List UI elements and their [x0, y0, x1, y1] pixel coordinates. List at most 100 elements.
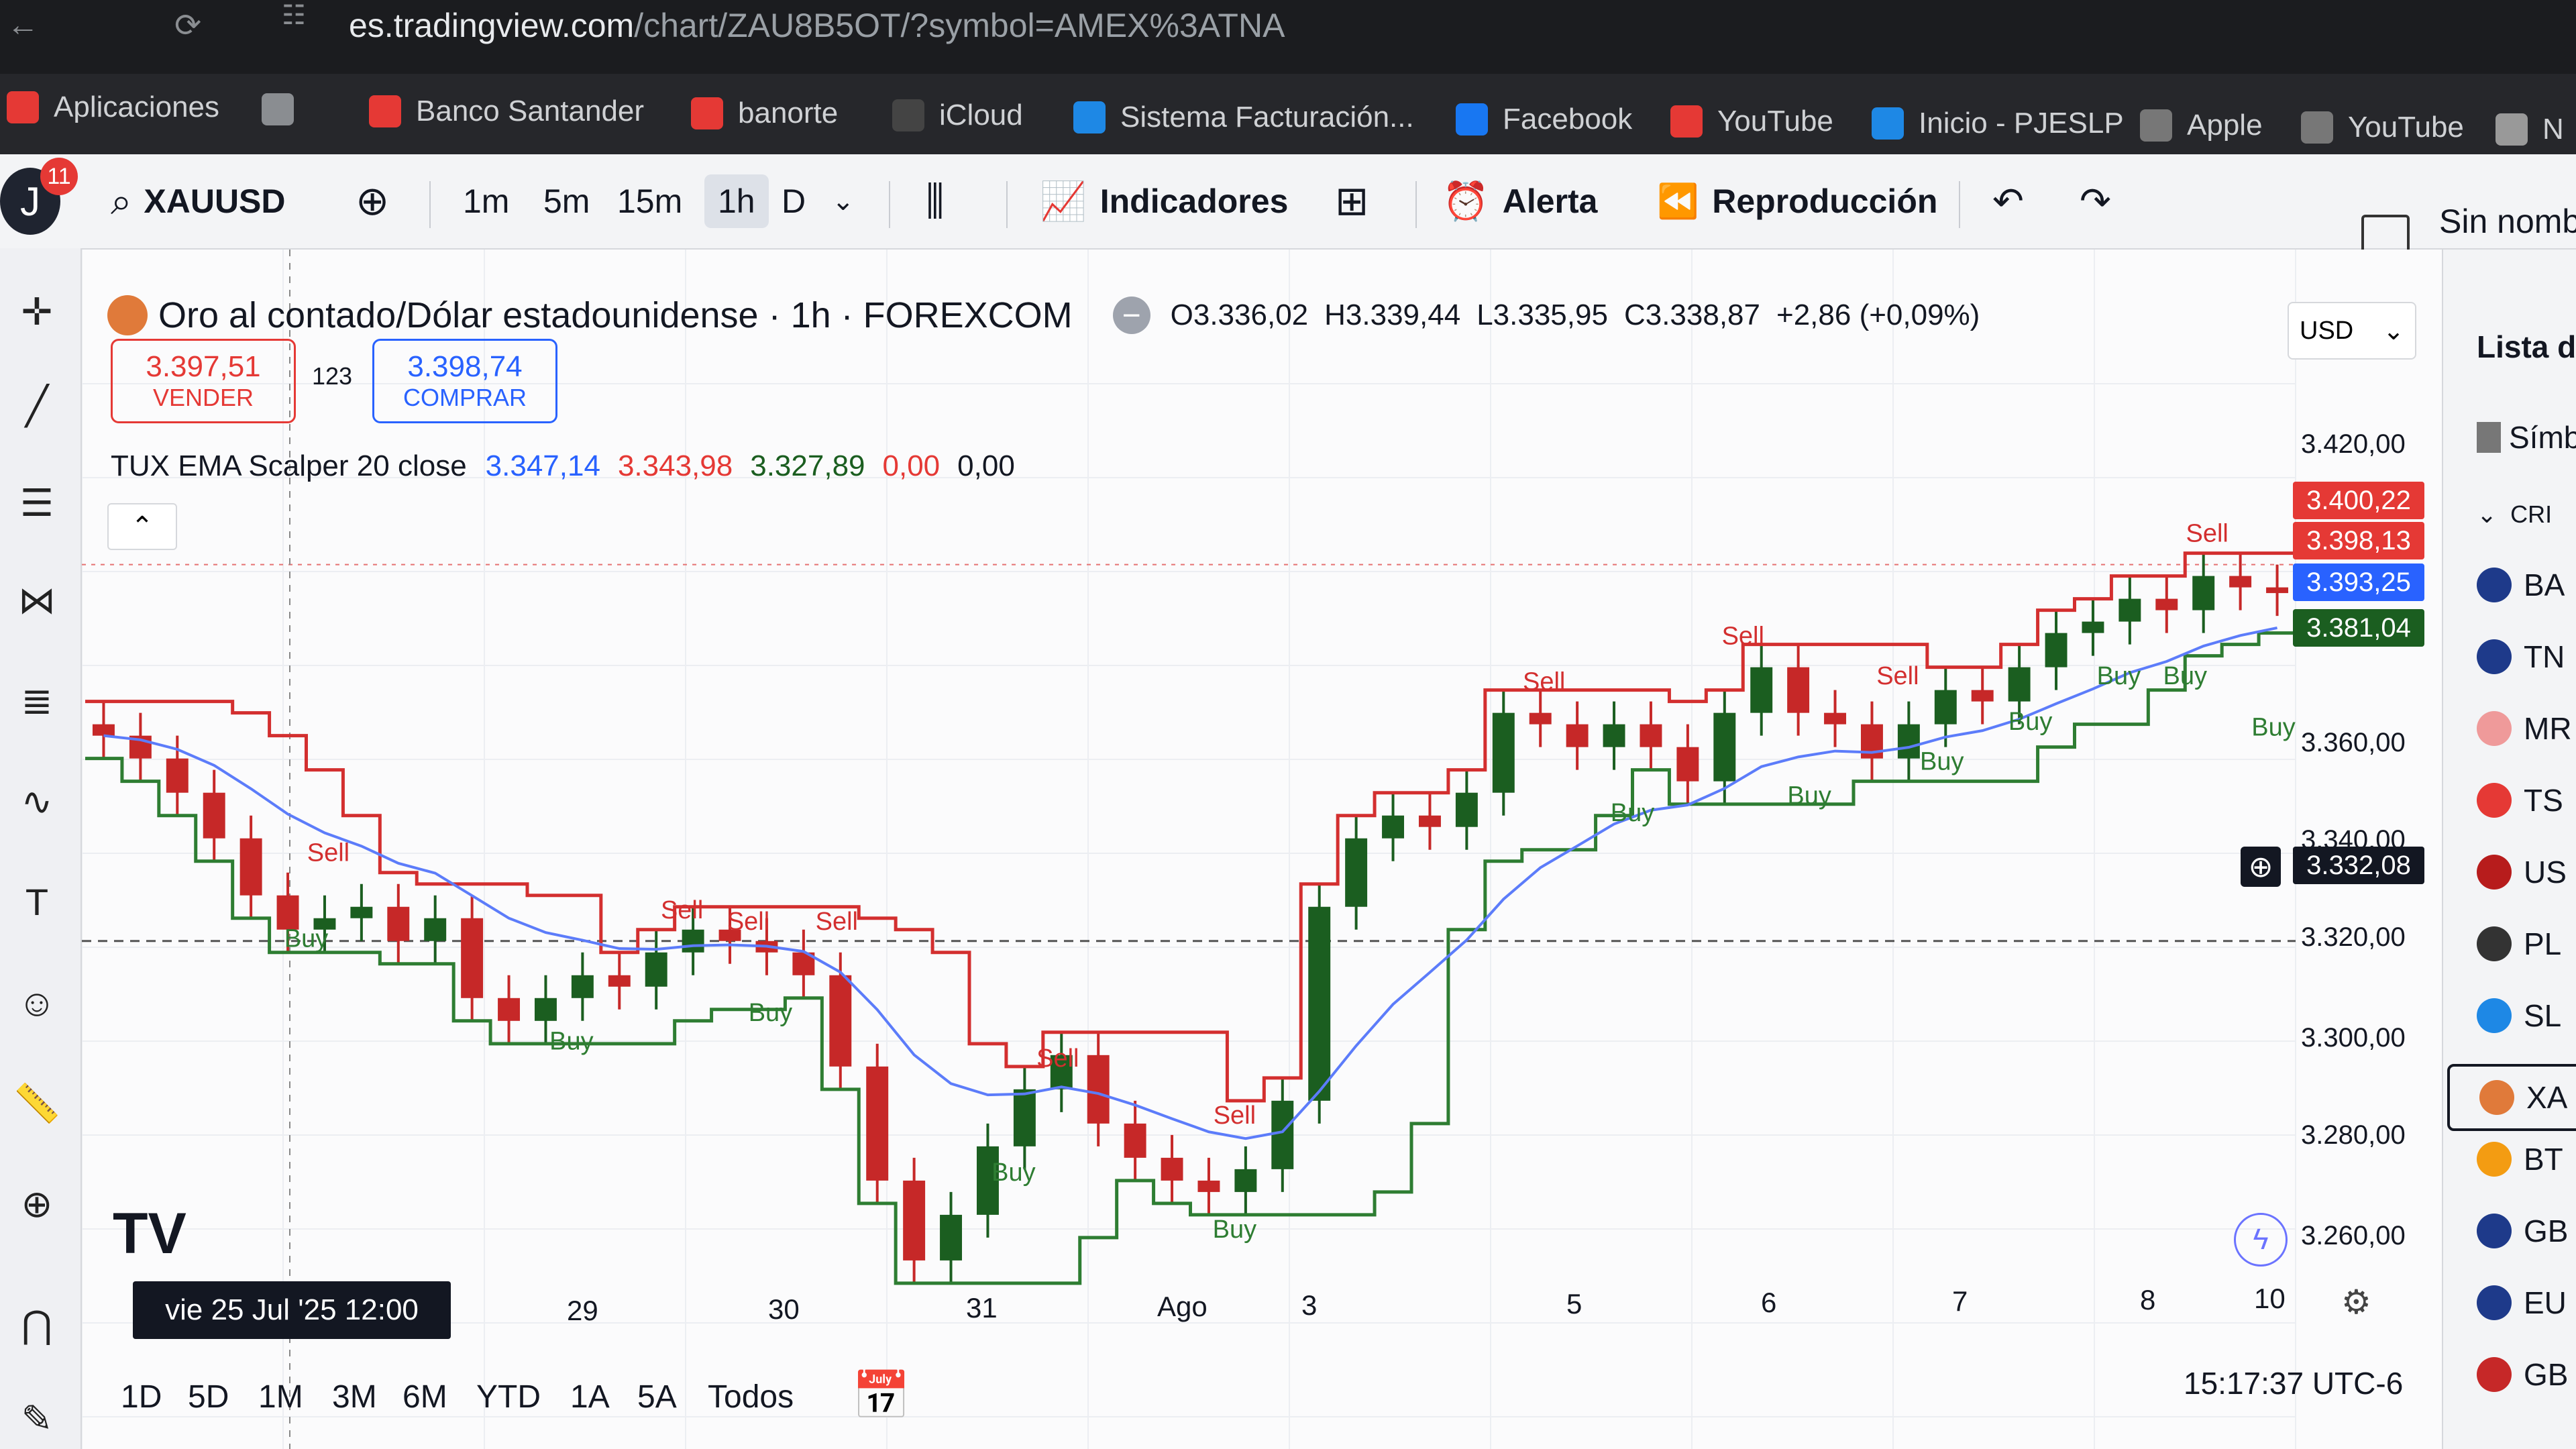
collapse-indicators-chevron-icon[interactable]: ⌃ [107, 503, 177, 550]
range-button[interactable]: 1M [258, 1379, 303, 1415]
pattern-icon[interactable]: ⋈ [13, 577, 60, 624]
clock-display[interactable]: 15:17:37 UTC-6 [2184, 1365, 2403, 1401]
chart-settings-gear-icon[interactable]: ⚙ [2341, 1283, 2371, 1322]
bookmark-item[interactable]: Apple [2140, 105, 2263, 146]
watchlist-title[interactable]: Lista d [2477, 323, 2576, 370]
watchlist-item[interactable]: TS [2477, 777, 2563, 824]
lightning-icon[interactable]: ϟ [2234, 1213, 2288, 1267]
watchlist-item[interactable]: SL [2477, 992, 2561, 1039]
bookmark-item[interactable] [262, 89, 309, 129]
range-button[interactable]: 5D [188, 1379, 229, 1415]
indicators-button[interactable]: 📈 Indicadores [1040, 174, 1288, 228]
watchlist-item[interactable]: EU [2477, 1279, 2567, 1326]
bookmark-item[interactable]: Inicio - PJESLP [1872, 103, 2124, 144]
watchlist-symbol: US [2524, 855, 2567, 890]
interval-5m[interactable]: 5m [543, 174, 590, 228]
watchlist-item[interactable]: GB [2477, 1208, 2568, 1254]
interval-1h[interactable]: 1h [704, 174, 769, 228]
bookmark-item[interactable]: banorte [691, 93, 838, 133]
notification-badge[interactable]: 11 [40, 158, 78, 195]
add-alert-plus-icon[interactable]: ⊕ [2241, 847, 2281, 887]
address-bar[interactable]: es.tradingview.com/chart/ZAU8B5OT/?symbo… [349, 5, 2093, 46]
sell-button[interactable]: 3.397,51 VENDER [111, 339, 296, 423]
bookmark-item[interactable]: Banco Santander [369, 91, 644, 131]
watchlist-group[interactable]: ⌄ CRI [2477, 491, 2552, 538]
tradingview-logo[interactable]: TV [113, 1201, 186, 1267]
text-icon[interactable]: T [13, 879, 60, 926]
candle-type-icon[interactable]: ⫼ [926, 174, 945, 228]
range-button[interactable]: 3M [332, 1379, 377, 1415]
watchlist-item[interactable]: PL [2477, 920, 2561, 967]
range-button[interactable]: 1A [570, 1379, 610, 1415]
calendar-goto-icon[interactable]: 📅 [852, 1368, 910, 1424]
redo-icon[interactable]: ↷ [2080, 174, 2111, 228]
back-icon[interactable]: ← [7, 7, 39, 44]
collapse-legend-icon[interactable]: − [1112, 297, 1150, 334]
watchlist-symbol: XA [2526, 1080, 2568, 1115]
watchlist-item[interactable]: BA [2477, 561, 2565, 608]
sell-price: 3.397,51 [146, 350, 261, 383]
watchlist-symbol: SL [2524, 998, 2562, 1033]
compare-add-icon[interactable]: ⊕ [356, 174, 389, 228]
watchlist-item[interactable]: GB [2477, 1351, 2568, 1398]
candle-body [461, 918, 484, 998]
signal-label: Buy [2008, 708, 2052, 736]
currency-dropdown[interactable]: USD ⌄ [2288, 302, 2416, 360]
interval-1m[interactable]: 1m [463, 174, 509, 228]
reload-icon[interactable]: ⟳ [174, 7, 201, 44]
crosshair-icon[interactable]: ✛ [13, 288, 60, 335]
bookmark-label: Sistema Facturación... [1120, 101, 1414, 133]
watchlist-column-symbol[interactable]: Símbol [2477, 414, 2576, 461]
bookmark-item[interactable]: N [2496, 109, 2564, 150]
interval-label: 1h [718, 182, 755, 220]
undo-icon[interactable]: ↶ [1992, 174, 2024, 228]
zoom-in-icon[interactable]: ⊕ [13, 1181, 60, 1228]
watchlist-item[interactable]: MR [2477, 705, 2572, 752]
range-button[interactable]: 5A [637, 1379, 677, 1415]
site-info-icon[interactable]: ☷ [282, 0, 306, 31]
range-button[interactable]: YTD [476, 1379, 541, 1415]
chart-pane[interactable]: Sell Buy Sell Sell Sell Buy Buy Sell Buy Sell Buy S… [82, 250, 2443, 1449]
interval-15m[interactable]: 15m [617, 174, 682, 228]
watchlist-item[interactable]: BT [2477, 1136, 2563, 1183]
bookmark-item[interactable]: Facebook [1456, 99, 1632, 140]
watchlist-item[interactable]: US [2477, 849, 2567, 896]
watchlist-item[interactable]: TN [2477, 633, 2565, 680]
signal-label: Buy [2251, 714, 2295, 742]
forecast-icon[interactable]: ≣ [13, 678, 60, 724]
chevron-down-icon: ⌄ [2477, 500, 2498, 528]
buy-price: 3.398,74 [407, 350, 523, 383]
range-button[interactable]: Todos [708, 1379, 794, 1415]
ohlc-open: O3.336,02 [1170, 299, 1309, 331]
fib-retracement-icon[interactable]: ☰ [13, 480, 60, 527]
layout-name[interactable]: Sin nombr [2439, 195, 2576, 248]
ruler-icon[interactable]: 📏 [13, 1080, 60, 1127]
price-chart[interactable]: Sell Buy Sell Sell Sell Buy Buy Sell Buy Sell Buy S… [82, 250, 2443, 1449]
lock-drawing-icon[interactable]: ✎ [13, 1395, 60, 1442]
range-button[interactable]: 6M [402, 1379, 447, 1415]
symbol-logo-icon [2477, 1214, 2512, 1248]
interval-d[interactable]: D [782, 174, 806, 228]
trendline-icon[interactable]: ╱ [13, 382, 60, 429]
range-button[interactable]: 1D [121, 1379, 162, 1415]
candle-body [2192, 576, 2215, 610]
alert-button[interactable]: ⏰ Alerta [1442, 174, 1597, 228]
buy-button[interactable]: 3.398,74 COMPRAR [372, 339, 557, 423]
templates-grid-icon[interactable]: ⊞ [1335, 174, 1368, 228]
bookmark-item[interactable]: YouTube [1670, 101, 1833, 142]
replay-button[interactable]: ⏪ Reproducción [1657, 174, 1937, 228]
bookmark-item[interactable]: Sistema Facturación... [1073, 97, 1414, 138]
ohlc-change: +2,86 (+0,09%) [1776, 299, 1980, 331]
chart-legend: Oro al contado/Dólar estadounidense · 1h… [107, 288, 1980, 342]
brush-icon[interactable]: ∿ [13, 778, 60, 825]
symbol-search-button[interactable]: ⌕ XAUUSD [111, 174, 286, 228]
indicator-legend[interactable]: TUX EMA Scalper 20 close 3.347,14 3.343,… [111, 443, 1015, 490]
magnet-icon[interactable]: ⋂ [13, 1301, 60, 1348]
signal-label: Sell [816, 908, 858, 936]
bookmark-item[interactable]: Aplicaciones [7, 87, 219, 127]
emoji-icon[interactable]: ☺ [13, 979, 60, 1026]
watchlist-item[interactable]: XA [2447, 1064, 2576, 1131]
bookmark-item[interactable]: YouTube [2301, 107, 2464, 148]
interval-dropdown-chevron-icon[interactable]: ⌄ [832, 174, 855, 228]
bookmark-item[interactable]: iCloud [892, 95, 1023, 136]
